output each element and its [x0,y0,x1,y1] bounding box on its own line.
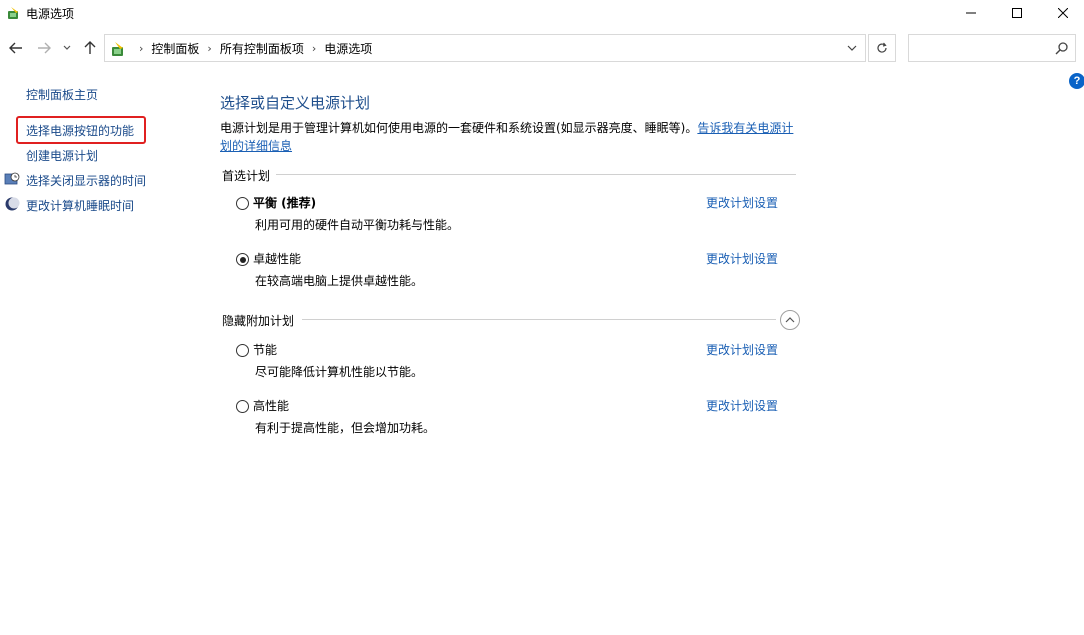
breadcrumb-all-items[interactable]: 所有控制面板项 [220,40,304,57]
chevron-right-icon[interactable]: › [207,42,211,55]
sidebar-item-create-plan[interactable]: 创建电源计划 [26,147,98,164]
chevron-up-icon [785,317,795,323]
help-icon[interactable]: ? [1069,73,1084,89]
plan-name-balanced[interactable]: 平衡 (推荐) [253,194,316,211]
sidebar-item-power-button[interactable]: 选择电源按钮的功能 [26,122,134,139]
sidebar-item-sleep-time[interactable]: 更改计算机睡眠时间 [26,197,134,214]
plan-desc-high-performance: 有利于提高性能，但会增加功耗。 [255,421,436,435]
description-text: 电源计划是用于管理计算机如何使用电源的一套硬件和系统设置(如显示器亮度、睡眠等)… [220,121,698,135]
refresh-button[interactable] [868,34,896,62]
arrow-right-icon [38,42,51,54]
sidebar-item-display-off[interactable]: 选择关闭显示器的时间 [26,172,146,189]
plan-desc-power-saver: 尽可能降低计算机性能以节能。 [255,365,424,379]
display-timer-icon [4,172,20,185]
address-bar[interactable]: › 控制面板 › 所有控制面板项 › 电源选项 [104,34,866,62]
breadcrumb-power-options[interactable]: 电源选项 [324,40,372,57]
plan-radio-balanced[interactable] [236,197,249,210]
back-button[interactable] [6,38,26,58]
close-button[interactable] [1040,0,1084,26]
chevron-down-icon [847,45,857,51]
change-plan-settings-link[interactable]: 更改计划设置 [706,397,778,414]
forward-button[interactable] [34,38,54,58]
sidebar-item-home[interactable]: 控制面板主页 [26,86,98,103]
minimize-button[interactable] [948,0,994,26]
learn-more-link-continued[interactable]: 划的详细信息 [220,139,292,153]
plan-radio-high-performance[interactable] [236,400,249,413]
preferred-plans-heading: 首选计划 [222,169,271,183]
plan-name-ultimate[interactable]: 卓越性能 [253,250,301,267]
power-options-icon [8,7,18,19]
plan-desc-balanced: 利用可用的硬件自动平衡功耗与性能。 [255,218,460,232]
window-title: 电源选项 [26,7,75,21]
search-icon [1055,42,1068,55]
maximize-icon [1012,8,1022,18]
plan-desc-ultimate: 在较高端电脑上提供卓越性能。 [255,274,424,288]
chevron-down-icon [63,45,71,50]
arrow-up-icon [84,41,96,54]
control-panel-icon [112,42,123,56]
page-title: 选择或自定义电源计划 [220,94,371,112]
learn-more-link[interactable]: 告诉我有关电源计 [697,121,793,135]
change-plan-settings-link[interactable]: 更改计划设置 [706,194,778,211]
section-divider [276,174,796,175]
close-icon [1058,8,1068,18]
moon-icon [5,197,20,211]
maximize-button[interactable] [994,0,1040,26]
section-divider [302,319,776,320]
breadcrumb-control-panel[interactable]: 控制面板 [151,40,199,57]
plan-radio-power-saver[interactable] [236,344,249,357]
arrow-left-icon [9,42,22,54]
plan-radio-ultimate[interactable] [236,253,249,266]
refresh-icon [877,42,887,53]
plan-name-power-saver[interactable]: 节能 [253,341,277,358]
collapse-button[interactable] [780,310,800,330]
up-button[interactable] [80,38,100,58]
page-description: 电源计划是用于管理计算机如何使用电源的一套硬件和系统设置(如显示器亮度、睡眠等)… [220,119,800,155]
title-bar: 电源选项 [0,0,1084,26]
search-input[interactable] [908,34,1076,62]
change-plan-settings-link[interactable]: 更改计划设置 [706,250,778,267]
chevron-right-icon[interactable]: › [312,42,316,55]
hidden-plans-heading: 隐藏附加计划 [222,314,295,328]
breadcrumb: › 控制面板 › 所有控制面板项 › 电源选项 [131,35,372,61]
minimize-icon [966,12,976,14]
recent-locations-button[interactable] [60,38,74,58]
chevron-right-icon[interactable]: › [139,42,143,55]
change-plan-settings-link[interactable]: 更改计划设置 [706,341,778,358]
address-dropdown-button[interactable] [841,38,863,58]
plan-name-high-performance[interactable]: 高性能 [253,397,289,414]
